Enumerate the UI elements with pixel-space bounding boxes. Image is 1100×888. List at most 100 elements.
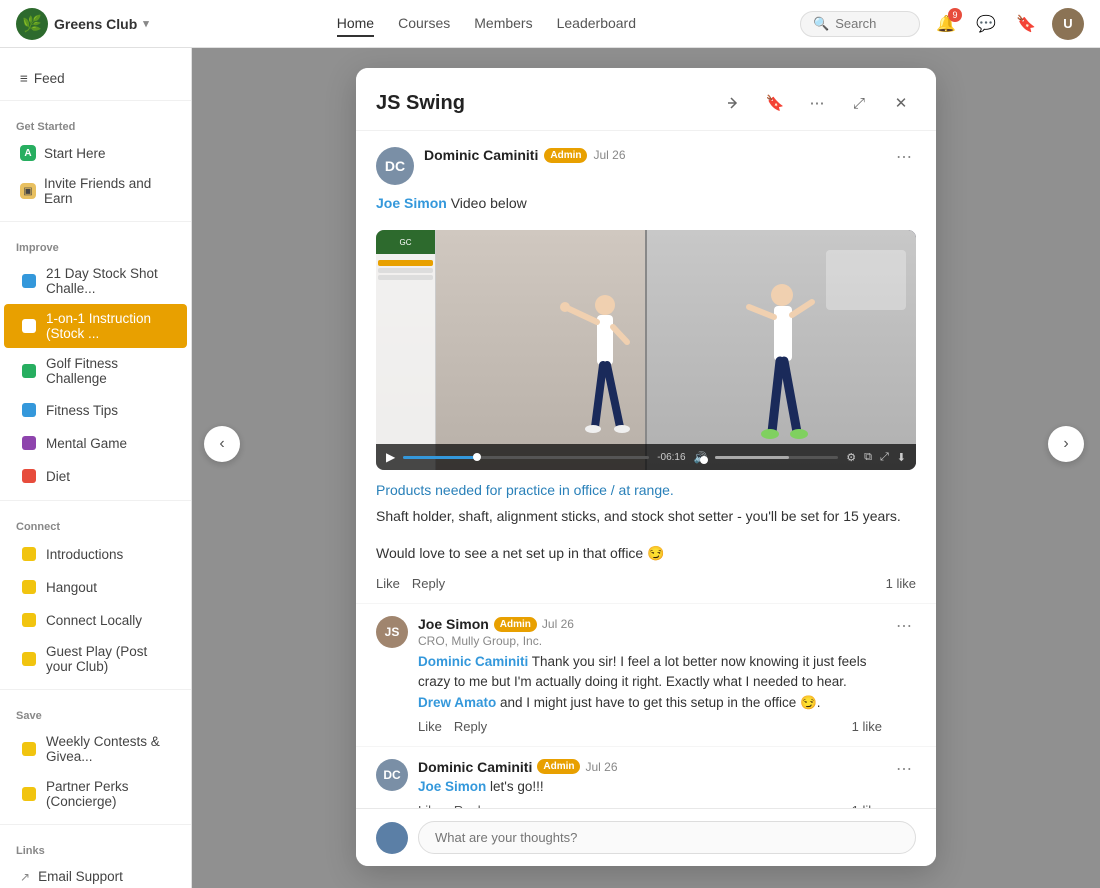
expand-icon[interactable]: ⤢ <box>844 88 874 118</box>
bookmark-icon[interactable]: 🔖 <box>1012 10 1040 38</box>
guest-play-label: Guest Play (Post your Club) <box>46 644 171 674</box>
post-like-button[interactable]: Like <box>376 576 400 591</box>
close-icon[interactable]: ✕ <box>886 88 916 118</box>
sidebar-item-introductions[interactable]: Introductions <box>4 538 187 570</box>
bg-element <box>826 250 906 310</box>
brand-logo[interactable]: 🌿 Greens Club ▾ <box>16 8 149 40</box>
comment-2-more-icon[interactable]: ⋯ <box>892 759 916 779</box>
sidebar-item-feed[interactable]: ≡ Feed <box>4 65 187 92</box>
video-panel-2 <box>647 230 916 470</box>
compose-input[interactable] <box>418 821 916 854</box>
video-sidebar-item-3 <box>378 275 433 280</box>
21day-label: 21 Day Stock Shot Challe... <box>46 266 171 296</box>
post-link[interactable]: Products needed for practice in office /… <box>356 482 936 506</box>
video-sidebar-header: GC <box>376 230 435 254</box>
save-section: Save <box>0 698 191 726</box>
sidebar-item-connect-locally[interactable]: Connect Locally <box>4 604 187 636</box>
comment-1-author-row: Joe Simon Admin Jul 26 <box>418 616 882 632</box>
bookmark-modal-icon[interactable]: 🔖 <box>760 88 790 118</box>
external-link-icon: ↗ <box>20 870 30 884</box>
sidebar-item-fitness-challenge[interactable]: Golf Fitness Challenge <box>4 349 187 393</box>
sidebar-item-mental-game[interactable]: Mental Game <box>4 427 187 459</box>
post-modal: JS Swing 🔖 ⋯ ⤢ ✕ DC Dominic Caminiti Adm… <box>356 68 936 866</box>
golfer-figure-right <box>737 277 827 450</box>
comment-1-like-button[interactable]: Like <box>418 719 442 734</box>
post-more-icon[interactable]: ⋯ <box>892 147 916 167</box>
sidebar-item-start-here[interactable]: A Start Here <box>4 138 187 168</box>
connect-section: Connect <box>0 509 191 537</box>
sidebar-item-contests[interactable]: Weekly Contests & Givea... <box>4 727 187 771</box>
sidebar-item-email-support[interactable]: ↗ Email Support <box>4 862 187 888</box>
download-icon[interactable]: ⬇ <box>897 451 906 464</box>
settings-icon[interactable]: ⚙ <box>846 451 856 464</box>
comment-1-badge: Admin <box>494 617 537 632</box>
post-text-value: Video below <box>451 195 527 211</box>
sidebar: ≡ Feed Get Started A Start Here ▣ Invite… <box>0 48 192 888</box>
video-panel-1: GC <box>376 230 645 470</box>
feed-label: Feed <box>34 71 65 86</box>
pip-icon[interactable]: ⧉ <box>864 451 872 464</box>
fitness-challenge-icon <box>20 362 38 380</box>
fitness-tips-label: Fitness Tips <box>46 403 118 418</box>
play-button[interactable]: ▶ <box>386 450 395 464</box>
post-actions: Like Reply 1 like <box>356 572 936 603</box>
sidebar-item-guest-play[interactable]: Guest Play (Post your Club) <box>4 637 187 681</box>
comment-1-text2: and I might just have to get this setup … <box>496 695 820 710</box>
sidebar-item-partner-perks[interactable]: Partner Perks (Concierge) <box>4 772 187 816</box>
comment-2-badge: Admin <box>537 759 580 774</box>
post-mention[interactable]: Joe Simon <box>376 195 447 211</box>
comment-2-mention[interactable]: Joe Simon <box>418 779 486 794</box>
top-navigation: 🌿 Greens Club ▾ Home Courses Members Lea… <box>0 0 1100 48</box>
feed-icon: ≡ <box>20 71 28 86</box>
comment-2-text: Joe Simon let's go!!! <box>418 777 882 797</box>
comment-1-reply-button[interactable]: Reply <box>454 719 487 734</box>
video-placeholder: GC <box>376 230 916 470</box>
video-progress[interactable] <box>403 456 649 459</box>
nav-arrow-right[interactable]: › <box>1048 426 1084 462</box>
contests-icon <box>20 740 38 758</box>
logo-icon: 🌿 <box>16 8 48 40</box>
volume-bar <box>715 456 838 459</box>
nav-members[interactable]: Members <box>474 11 532 37</box>
comment-1-mention2[interactable]: Drew Amato <box>418 695 496 710</box>
sidebar-item-diet[interactable]: Diet <box>4 460 187 492</box>
mental-game-label: Mental Game <box>46 436 127 451</box>
user-avatar[interactable]: U <box>1052 8 1084 40</box>
sidebar-item-hangout[interactable]: Hangout <box>4 571 187 603</box>
21day-icon <box>20 272 38 290</box>
nav-arrow-left[interactable]: ‹ <box>204 426 240 462</box>
modal-actions: 🔖 ⋯ ⤢ ✕ <box>718 88 916 118</box>
messages-icon[interactable]: 💬 <box>972 10 1000 38</box>
sidebar-item-invite-friends[interactable]: ▣ Invite Friends and Earn <box>4 169 187 213</box>
video-sidebar-item-1 <box>378 260 433 266</box>
sidebar-item-21day[interactable]: 21 Day Stock Shot Challe... <box>4 259 187 303</box>
post-like-count: 1 like <box>886 576 916 591</box>
get-started-section: Get Started <box>0 109 191 137</box>
search-label: Search <box>835 16 876 31</box>
comment-2-avatar: DC <box>376 759 408 791</box>
compose-avatar <box>376 822 408 854</box>
nav-leaderboard[interactable]: Leaderboard <box>557 11 636 37</box>
diet-icon <box>20 467 38 485</box>
modal-overlay[interactable]: JS Swing 🔖 ⋯ ⤢ ✕ DC Dominic Caminiti Adm… <box>192 48 1100 888</box>
comment-1-mention1[interactable]: Dominic Caminiti <box>418 654 528 669</box>
share-icon[interactable] <box>718 88 748 118</box>
sidebar-item-fitness-tips[interactable]: Fitness Tips <box>4 394 187 426</box>
comment-1-more-icon[interactable]: ⋯ <box>892 616 916 636</box>
post-body-text1: Shaft holder, shaft, alignment sticks, a… <box>356 506 936 535</box>
nav-home[interactable]: Home <box>337 11 374 37</box>
more-options-modal-icon[interactable]: ⋯ <box>802 88 832 118</box>
connect-locally-label: Connect Locally <box>46 613 142 628</box>
nav-right-section: 🔍 Search 🔔 9 💬 🔖 U <box>800 8 1084 40</box>
search-box[interactable]: 🔍 Search <box>800 11 920 37</box>
1on1-label: 1-on-1 Instruction (Stock ... <box>46 311 171 341</box>
sidebar-item-1on1[interactable]: 1-on-1 Instruction (Stock ... <box>4 304 187 348</box>
post-reply-button[interactable]: Reply <box>412 576 445 591</box>
divider-5 <box>0 824 191 825</box>
fullscreen-icon[interactable]: ⤢ <box>880 451 889 464</box>
nav-courses[interactable]: Courses <box>398 11 450 37</box>
partner-perks-label: Partner Perks (Concierge) <box>46 779 171 809</box>
post-admin-badge: Admin <box>544 148 587 163</box>
notifications-icon[interactable]: 🔔 9 <box>932 10 960 38</box>
compose-area <box>356 808 936 866</box>
